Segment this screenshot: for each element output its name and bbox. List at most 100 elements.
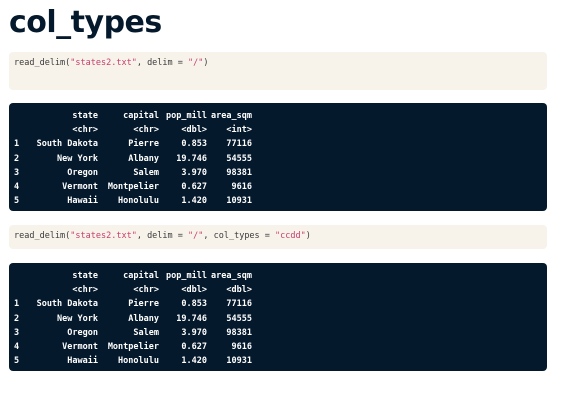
row-index: 2 (14, 313, 20, 324)
table-cell: 77116 (226, 139, 252, 150)
table-cell: 98381 (226, 327, 252, 338)
table-row: 1 South Dakota Pierre 0.853 77116 (14, 137, 252, 151)
row-index: 3 (14, 167, 20, 178)
table-cell: 3.970 (181, 167, 207, 178)
table-cell: Pierre (128, 139, 159, 150)
code-string-col-types: "ccdd" (275, 231, 306, 241)
tibble-output-2: state capital pop_mill area_sqm <chr> <c… (14, 269, 252, 368)
table-type-row: <chr> <chr> <dbl> <dbl> (14, 283, 252, 297)
code-string-delim: "/" (188, 231, 204, 241)
tibble-output-1: state capital pop_mill area_sqm <chr> <c… (14, 109, 252, 208)
code-fn: read_delim( (14, 231, 71, 241)
code-arg: , delim = (136, 58, 189, 68)
table-cell: Albany (128, 313, 159, 324)
table-cell: Montpelier (107, 182, 159, 193)
table-cell: 0.627 (181, 182, 207, 193)
column-type: <chr> (133, 125, 159, 136)
code-block-read-delim: read_delim("states2.txt", delim = "/") (9, 52, 547, 90)
table-cell: Oregon (67, 327, 98, 338)
column-header-area-sqm: area_sqm (211, 111, 252, 121)
table-cell: New York (57, 153, 98, 164)
table-row: 4 Vermont Montpelier 0.627 9616 (14, 180, 252, 194)
table-cell: Vermont (62, 182, 98, 193)
row-index: 3 (14, 327, 20, 338)
table-cell: 1.420 (181, 356, 207, 367)
table-cell: 0.853 (181, 139, 207, 150)
table-cell: Albany (128, 153, 159, 164)
code-close: ) (305, 231, 311, 241)
table-cell: 10931 (226, 356, 252, 367)
code-string-filename: "states2.txt" (70, 58, 137, 68)
code-arg: , delim = (136, 231, 189, 241)
table-cell: Oregon (67, 167, 98, 178)
column-type: <int> (226, 125, 252, 136)
table-cell: 77116 (226, 299, 252, 310)
table-header-row: state capital pop_mill area_sqm (14, 109, 252, 123)
table-cell (14, 123, 22, 137)
column-type: <chr> (133, 285, 159, 296)
table-cell: 54555 (226, 153, 252, 164)
table-row: 5 Hawaii Honolulu 1.420 10931 (14, 194, 252, 208)
column-header-state: state (72, 271, 98, 281)
table-cell: South Dakota (36, 299, 98, 310)
table-row: 2 New York Albany 19.746 54555 (14, 152, 252, 166)
table-cell: 19.746 (176, 153, 207, 164)
column-type: <chr> (72, 285, 98, 296)
code-fn: read_delim( (14, 58, 71, 68)
table-cell: Salem (133, 327, 159, 338)
table-cell: 9616 (231, 182, 252, 193)
code-string-delim: "/" (188, 58, 204, 68)
row-index: 2 (14, 153, 20, 164)
code-arg: , col_types = (203, 231, 276, 241)
table-cell: 54555 (226, 313, 252, 324)
code-block-read-delim-col-types: read_delim("states2.txt", delim = "/", c… (9, 225, 547, 249)
column-type: <chr> (72, 125, 98, 136)
code-string-filename: "states2.txt" (70, 231, 137, 241)
column-type: <dbl> (226, 285, 252, 296)
table-cell: 0.627 (181, 342, 207, 353)
table-cell: 9616 (231, 342, 252, 353)
table-cell: Salem (133, 167, 159, 178)
table-cell: Montpelier (107, 342, 159, 353)
table-row: 1 South Dakota Pierre 0.853 77116 (14, 297, 252, 311)
row-index: 4 (14, 182, 20, 193)
column-header-area-sqm: area_sqm (211, 271, 252, 281)
table-cell: 3.970 (181, 327, 207, 338)
table-cell: 19.746 (176, 313, 207, 324)
output-block-2: state capital pop_mill area_sqm <chr> <c… (9, 263, 547, 371)
table-row: 3 Oregon Salem 3.970 98381 (14, 166, 252, 180)
table-row: 2 New York Albany 19.746 54555 (14, 312, 252, 326)
table-cell: South Dakota (36, 139, 98, 150)
output-block-1: state capital pop_mill area_sqm <chr> <c… (9, 103, 547, 211)
row-index: 1 (14, 299, 20, 310)
table-header-row: state capital pop_mill area_sqm (14, 269, 252, 283)
table-cell: 10931 (226, 196, 252, 207)
table-cell: Hawaii (67, 356, 98, 367)
table-cell: Pierre (128, 299, 159, 310)
table-cell (14, 109, 22, 123)
table-row: 3 Oregon Salem 3.970 98381 (14, 326, 252, 340)
column-header-pop-mill: pop_mill (166, 271, 207, 281)
row-index: 4 (14, 342, 20, 353)
column-header-capital: capital (123, 111, 159, 121)
table-cell: 1.420 (181, 196, 207, 207)
row-index: 1 (14, 139, 20, 150)
column-header-capital: capital (123, 271, 159, 281)
column-type: <dbl> (181, 285, 207, 296)
table-cell: Honolulu (118, 356, 159, 367)
table-cell: 0.853 (181, 299, 207, 310)
table-cell: Honolulu (118, 196, 159, 207)
table-type-row: <chr> <chr> <dbl> <int> (14, 123, 252, 137)
page-title: col_types (9, 5, 162, 40)
table-cell (14, 269, 22, 283)
code-close: ) (203, 58, 209, 68)
table-cell: Vermont (62, 342, 98, 353)
row-index: 5 (14, 196, 20, 207)
table-cell (14, 283, 22, 297)
column-header-state: state (72, 111, 98, 121)
table-cell: New York (57, 313, 98, 324)
row-index: 5 (14, 356, 20, 367)
column-type: <dbl> (181, 125, 207, 136)
table-row: 5 Hawaii Honolulu 1.420 10931 (14, 354, 252, 368)
table-cell: 98381 (226, 167, 252, 178)
